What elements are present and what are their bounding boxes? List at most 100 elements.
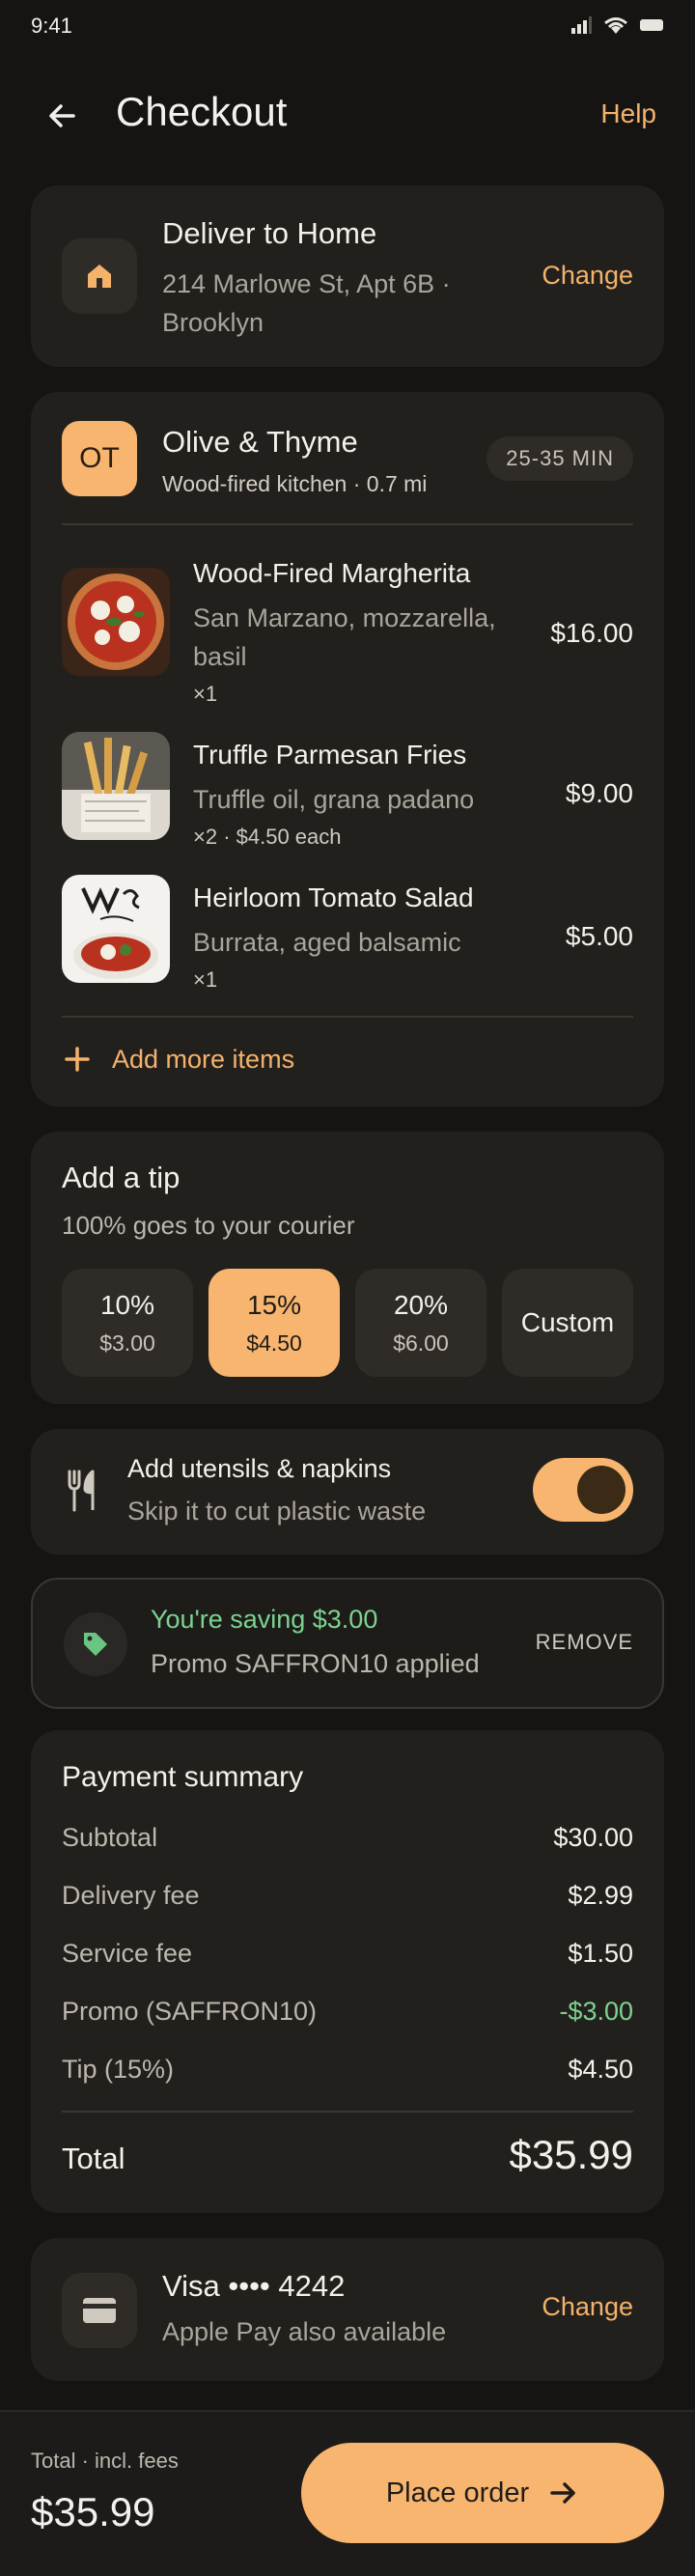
summary-value: $4.50 bbox=[568, 2055, 633, 2084]
item-price: $9.00 bbox=[565, 778, 633, 808]
cart-item[interactable]: Heirloom Tomato Salad Burrata, aged bals… bbox=[62, 875, 633, 992]
payment-subtitle: Apple Pay also available bbox=[162, 2317, 447, 2346]
card-icon-tile bbox=[62, 2273, 137, 2348]
payment-method-card: Visa •••• 4242 Apple Pay also available … bbox=[31, 2238, 664, 2381]
summary-label: Subtotal bbox=[62, 1823, 158, 1852]
tag-icon-tile bbox=[64, 1612, 127, 1676]
divider bbox=[62, 523, 633, 525]
summary-title: Payment summary bbox=[62, 1761, 304, 1793]
change-payment-link[interactable]: Change bbox=[542, 2292, 633, 2322]
order-card: OT Olive & Thyme Wood-fired kitchen · 0.… bbox=[31, 392, 664, 1106]
total-label: Total bbox=[62, 2142, 125, 2175]
tip-percent: 20% bbox=[393, 1290, 449, 1320]
utensils-title: Add utensils & napkins bbox=[127, 1454, 392, 1483]
tip-subtitle: 100% goes to your courier bbox=[62, 1211, 355, 1240]
item-quantity: ×1 bbox=[193, 682, 218, 706]
item-image-fries bbox=[62, 732, 170, 840]
item-description: San Marzano, mozzarella, bbox=[193, 603, 496, 632]
app-bar: Checkout Help bbox=[0, 77, 695, 154]
tip-option-20[interactable]: 20% $6.00 bbox=[355, 1269, 486, 1377]
signal-icon bbox=[571, 16, 592, 34]
back-button[interactable] bbox=[31, 95, 93, 137]
restaurant-name: Olive & Thyme bbox=[162, 425, 358, 459]
summary-value: $1.50 bbox=[568, 1939, 633, 1968]
battery-icon bbox=[640, 19, 663, 31]
eta-badge: 25-35 MIN bbox=[486, 436, 633, 481]
summary-value: $30.00 bbox=[553, 1823, 633, 1852]
home-icon-tile bbox=[62, 238, 137, 314]
credit-card-icon bbox=[83, 2298, 116, 2323]
delivery-card: Deliver to Home 214 Marlowe St, Apt 6B ·… bbox=[31, 185, 664, 367]
add-more-items-button[interactable]: Add more items bbox=[62, 1035, 294, 1083]
item-quantity: ×2 · $4.50 each bbox=[193, 825, 342, 849]
add-more-items-label: Add more items bbox=[112, 1044, 295, 1074]
summary-label: Tip (15%) bbox=[62, 2055, 175, 2084]
item-price: $5.00 bbox=[565, 921, 633, 951]
summary-label: Promo (SAFFRON10) bbox=[62, 1997, 318, 2026]
status-time: 9:41 bbox=[31, 14, 72, 38]
summary-label: Delivery fee bbox=[62, 1881, 200, 1910]
tip-option-10[interactable]: 10% $3.00 bbox=[62, 1269, 193, 1377]
utensils-card: Add utensils & napkins Skip it to cut pl… bbox=[31, 1429, 664, 1554]
delivery-address-line2: Brooklyn bbox=[162, 308, 264, 337]
item-quantity: ×1 bbox=[193, 967, 218, 992]
tip-percent: 15% bbox=[246, 1290, 302, 1320]
checkout-bottom-bar: Total · incl. fees $35.99 Place order bbox=[0, 2410, 695, 2576]
fork-knife-icon bbox=[68, 1470, 95, 1512]
place-order-button[interactable]: Place order bbox=[301, 2443, 664, 2543]
item-name: Wood-Fired Margherita bbox=[193, 558, 471, 588]
tip-amount: $4.50 bbox=[246, 1330, 302, 1356]
tip-title: Add a tip bbox=[62, 1161, 181, 1194]
plus-icon bbox=[65, 1047, 90, 1072]
tag-icon bbox=[84, 1633, 107, 1656]
delivery-address-line1: 214 Marlowe St, Apt 6B · bbox=[162, 269, 451, 298]
summary-value: -$3.00 bbox=[559, 1997, 633, 2026]
arrow-right-icon bbox=[550, 2482, 575, 2504]
utensils-subtitle: Skip it to cut plastic waste bbox=[127, 1497, 427, 1526]
tip-option-custom[interactable]: Custom bbox=[502, 1269, 633, 1377]
help-link[interactable]: Help bbox=[600, 98, 656, 129]
divider bbox=[62, 1016, 633, 1018]
delivery-title: Deliver to Home bbox=[162, 216, 377, 250]
summary-value: $2.99 bbox=[568, 1881, 633, 1910]
total-value: $35.99 bbox=[509, 2132, 633, 2177]
summary-label: Service fee bbox=[62, 1939, 193, 1968]
promo-subtitle: Promo SAFFRON10 applied bbox=[151, 1649, 480, 1678]
footer-total: $35.99 bbox=[31, 2489, 155, 2534]
tip-option-15[interactable]: 15% $4.50 bbox=[208, 1269, 340, 1377]
item-price: $16.00 bbox=[550, 618, 633, 648]
tip-percent: 10% bbox=[99, 1290, 155, 1320]
tip-amount: $6.00 bbox=[393, 1330, 449, 1356]
tip-card: Add a tip 100% goes to your courier 10% … bbox=[31, 1132, 664, 1404]
change-address-link[interactable]: Change bbox=[542, 261, 633, 291]
footer-total-caption: Total · incl. fees bbox=[31, 2449, 179, 2473]
status-icons bbox=[570, 15, 664, 35]
remove-promo-button[interactable]: REMOVE bbox=[536, 1630, 633, 1655]
cart-item[interactable]: Truffle Parmesan Fries Truffle oil, gran… bbox=[62, 732, 633, 849]
home-icon bbox=[88, 265, 111, 288]
cart-item[interactable]: Wood-Fired Margherita San Marzano, mozza… bbox=[62, 550, 633, 706]
tip-custom-label: Custom bbox=[520, 1307, 615, 1337]
payment-summary-card: Payment summary Subtotal $30.00 Delivery… bbox=[31, 1730, 664, 2213]
arrow-left-icon bbox=[49, 104, 75, 127]
promo-card: You're saving $3.00 Promo SAFFRON10 appl… bbox=[31, 1578, 664, 1709]
restaurant-subtitle: Wood-fired kitchen · 0.7 mi bbox=[162, 471, 428, 496]
item-image-salad bbox=[62, 875, 170, 983]
item-image-margherita bbox=[62, 568, 170, 676]
payment-card-title: Visa •••• 4242 bbox=[162, 2269, 346, 2303]
place-order-label: Place order bbox=[385, 2477, 530, 2508]
status-bar: 9:41 bbox=[0, 0, 695, 54]
item-description: Truffle oil, grana padano bbox=[193, 785, 475, 814]
item-name: Heirloom Tomato Salad bbox=[193, 882, 474, 912]
divider bbox=[62, 2111, 633, 2113]
item-description-line2: basil bbox=[193, 642, 247, 671]
utensils-toggle[interactable] bbox=[533, 1458, 633, 1522]
item-description: Burrata, aged balsamic bbox=[193, 928, 461, 957]
promo-title: You're saving $3.00 bbox=[151, 1605, 378, 1634]
wifi-icon bbox=[604, 17, 627, 34]
tip-amount: $3.00 bbox=[99, 1330, 155, 1356]
item-name: Truffle Parmesan Fries bbox=[193, 740, 467, 770]
page-title: Checkout bbox=[116, 89, 288, 134]
toggle-knob bbox=[577, 1466, 626, 1514]
restaurant-avatar: OT bbox=[62, 421, 137, 496]
